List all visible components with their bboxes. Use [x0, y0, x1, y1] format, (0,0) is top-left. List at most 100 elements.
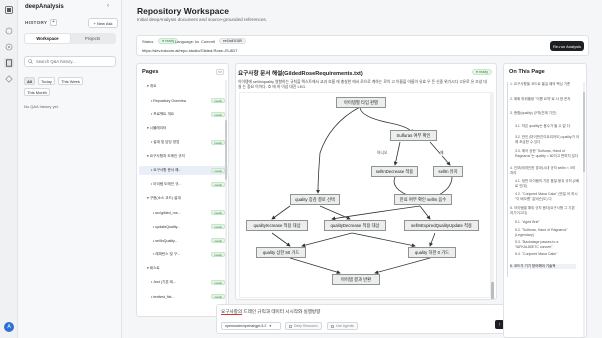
- app-logo-icon[interactable]: [4, 5, 14, 15]
- model-select[interactable]: openrouter/openai/gpt-5.2 ▾: [221, 322, 281, 330]
- page-tree-item[interactable]: • 요구사항 문서 해... ready: [139, 166, 229, 175]
- toc-guide-line: [507, 82, 508, 277]
- document-body: 이아템에 sellIn/quality 영향하는 규칙을 텍스트에서 교과 흐름…: [238, 80, 487, 89]
- page-tree-item-label: ▾ 요구사항과 도메인 규칙: [147, 154, 185, 158]
- toc-item[interactable]: 4.1. 정반 아이템의 기본 품질 붕괴 규칙 (2배로 인데): [515, 179, 581, 188]
- toc-item[interactable]: 4.2. "Conjured Mana Cake" (만일 어 하시 "이 배오…: [515, 192, 581, 201]
- page-tree-item[interactable]: • 프로젝트 개요 ready: [139, 110, 229, 119]
- toc-item[interactable]: 4. 진보(매개인한 경과)시대 규칙 sellIn < 0의 처리: [510, 166, 576, 175]
- page-ready-badge: ready: [211, 140, 225, 145]
- page-tree-item[interactable]: ▾ 구현(소스 코드) 설계: [139, 194, 229, 203]
- document-title: 요구사항 문서 해설(GildedRoseRequirements.txt): [238, 71, 363, 77]
- pages-title: Pages: [142, 69, 159, 75]
- on-this-page-title: On This Page: [509, 69, 545, 75]
- toc-item[interactable]: 1. 요구사항을 코드로 옮길 때의 핵심 기준: [510, 82, 576, 87]
- page-ready-badge: ready: [211, 294, 225, 299]
- arrow-up-icon: ↑: [498, 321, 501, 328]
- page-tree-item[interactable]: • Jest (기본 테... ready: [139, 278, 229, 287]
- documents-icon[interactable]: [4, 58, 14, 68]
- page-tree-item[interactable]: • 레퍼런스 및 구... ready: [139, 250, 229, 259]
- page-ready-badge: ready: [211, 210, 225, 215]
- filter-this-week[interactable]: This Week: [58, 77, 83, 85]
- settings-icon[interactable]: [4, 42, 14, 52]
- edge-label-yes: 예: [440, 151, 444, 156]
- collapse-sidebar-icon[interactable]: ‹: [107, 3, 109, 9]
- toc-item[interactable]: 3.3. 에어 상한 "Sulfuras, Hand of Ragnaros"는…: [515, 149, 581, 158]
- sidebar: deepAnalysis ‹ HISTORY + + New Ask Works…: [18, 0, 122, 338]
- home-icon[interactable]: [4, 26, 14, 36]
- toc-item[interactable]: 5. 아이템별 예외 규칙 음자(요구사항 그 기본 여기이고다): [510, 206, 576, 215]
- toc-item[interactable]: 3. 종합(quality) 규칙(연계 기진): [510, 111, 576, 116]
- toc-item[interactable]: 5.3. "Backstage passes to a TAFKAL80ETC …: [515, 240, 581, 249]
- toc-item[interactable]: 5.4. "Conjured Mana Cake": [515, 252, 581, 257]
- toc-item[interactable]: 3.1. 작은 quality는 음수가 될 수 없 다.: [515, 124, 581, 129]
- language-label: Language: ko: [175, 39, 200, 44]
- history-add-button[interactable]: +: [50, 19, 57, 26]
- toc-item[interactable]: 3.2. 만인 (마이반진이트리어도) quality가 아래 조금한 수 있다: [515, 135, 581, 144]
- document-scrollbar[interactable]: [491, 92, 494, 299]
- toc-item[interactable]: 5.1. "Aged Brie": [515, 220, 581, 225]
- page-tree-item-label: • 아이템 도메인 규...: [151, 182, 182, 186]
- toc-scrollbar[interactable]: [583, 82, 585, 337]
- tab-projects[interactable]: Projects: [70, 34, 115, 43]
- filter-all[interactable]: All: [24, 77, 35, 85]
- on-this-page-panel: On This Page 1. 요구사항을 코드로 옮길 때의 핵심 기준 2. …: [503, 63, 587, 338]
- history-label: HISTORY: [25, 20, 48, 25]
- page-tree-item[interactable]: • src/gilded_ros... ready: [139, 208, 229, 217]
- page-tree-item[interactable]: ▾ 개요: [139, 82, 229, 91]
- pages-scrollbar[interactable]: [225, 80, 227, 314]
- flowchart-diagram: 아이템별 타입 판별 Sulfuras 여부 확인 아니오 예 sellInDe…: [239, 92, 491, 298]
- node-quality-decrease: qualityDecrease 적용 대상: [324, 220, 386, 231]
- page-tree-item-label: • texttest_fixt...: [151, 294, 175, 299]
- page-tree-item-label: • 요구사항 문서 해...: [151, 168, 182, 172]
- page-tree-item[interactable]: ▾ 시뮬레이터: [139, 124, 229, 133]
- page-ready-badge: ready: [211, 252, 225, 257]
- use-agentic-toggle[interactable]: Use Agentic: [327, 322, 359, 330]
- page-tree-item-label: • 레퍼런스 및 구...: [153, 252, 181, 256]
- toc-item[interactable]: 2. 매화 하위플랑 "이름 요약"로 서 방 운지: [510, 97, 576, 102]
- commit-label: Commit: [201, 39, 215, 44]
- page-title: Repository Workspace: [137, 6, 229, 16]
- flowchart-edges: [271, 106, 453, 275]
- rerun-analysis-button[interactable]: Re-run Analysis: [550, 41, 584, 51]
- page-ready-badge: ready: [211, 168, 225, 173]
- toc-item[interactable]: 5.2. "Sulfuras, Hand of Ragnaros" (Legen…: [515, 228, 581, 237]
- history-search-input[interactable]: [35, 59, 115, 64]
- page-tree-item-label: • Repository Overview: [151, 98, 187, 103]
- composer-input[interactable]: 요구사항의 드레인 규익과 데이터 시시작와 실행방향: [221, 309, 320, 315]
- tab-workspace[interactable]: Workspace: [25, 34, 70, 43]
- pages-panel: Pages <> ▾ 개요 • Repository Overview ready •…: [136, 63, 229, 317]
- document-ready-badge: ● ready: [471, 69, 492, 75]
- page-tree-item[interactable]: • 아이템 도메인 규... ready: [139, 180, 229, 189]
- user-avatar[interactable]: A: [4, 322, 14, 332]
- explore-icon[interactable]: [4, 74, 14, 84]
- page-tree-item-label: • updateQuality...: [153, 224, 181, 229]
- page-tree-item-label: ▾ 구현(소스 코드) 설계: [147, 196, 181, 200]
- page-tree-item[interactable]: • 설계 및 담당 영업 ready: [139, 138, 229, 147]
- page-tree-item-label: ▾ 시뮬레이터: [147, 126, 167, 130]
- page-tree-item[interactable]: ▾ 테스트: [139, 264, 229, 273]
- page-tree-item[interactable]: • Repository Overview ready: [139, 96, 229, 105]
- search-icon: [28, 59, 33, 64]
- page-subtitle: Initial deepAnalysis document and source…: [137, 17, 267, 22]
- page-tree-item-label: • Jest (기본 테...: [151, 280, 176, 284]
- node-quality-increase: qualityIncrease 적용 대상: [246, 220, 308, 231]
- node-type-check: 아이템별 타입 판별: [336, 97, 386, 108]
- page-ready-badge: ready: [211, 280, 225, 285]
- filter-this-month[interactable]: This Month: [24, 88, 50, 96]
- commit-badge: ee1bdf1f189: [219, 38, 246, 44]
- question-composer: 요구사항의 드레인 규익과 데이터 시시작와 실행방향 openrouter/o…: [216, 304, 506, 334]
- new-ask-button[interactable]: + New Ask: [88, 18, 118, 28]
- page-ready-badge: ready: [211, 98, 225, 103]
- page-tree-item[interactable]: • updateQuality... ready: [139, 222, 229, 231]
- page-tree-item[interactable]: ▾ 요구사항과 도메인 규칙: [139, 152, 229, 161]
- toc-item[interactable]: 6. 코드가 기기 방어해야 기술적: [510, 264, 576, 269]
- deep-research-toggle[interactable]: Deep Research: [285, 322, 322, 330]
- pages-collapse-button[interactable]: <>: [216, 69, 224, 75]
- repo-url[interactable]: https://dev.tokcom.ai/repo-studio/Gilded…: [142, 48, 238, 53]
- filter-today[interactable]: Today: [38, 77, 55, 85]
- page-tree-item[interactable]: • texttest_fixt... ready: [139, 292, 229, 301]
- node-result: 아이템 결과 반환: [332, 274, 380, 285]
- page-tree-item[interactable]: • sellInQuality... ready: [139, 236, 229, 245]
- status-bar: Status ● ready Language: ko Commit ee1bdf…: [136, 35, 589, 56]
